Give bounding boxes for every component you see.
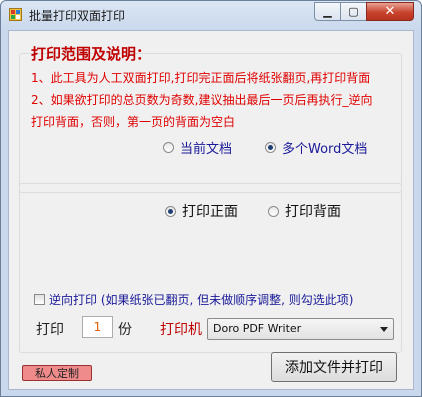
instruction-line-3: 打印背面，否则，第一页的背面为空白: [31, 115, 236, 129]
copies-prefix-label: 打印: [36, 322, 64, 338]
window-title: 批量打印双面打印: [29, 9, 126, 23]
radio-print-front-label: 打印正面: [182, 204, 238, 220]
radio-multiple-word-documents-label: 多个Word文档: [282, 142, 368, 157]
maximize-button[interactable]: ▢: [340, 2, 367, 21]
minimize-button[interactable]: ▁: [314, 2, 341, 21]
radio-print-front[interactable]: 打印正面: [165, 201, 238, 221]
reverse-print-label: 逆向打印 (如果纸张已翻页, 但未做顺序调整, 则勾选此项): [49, 293, 354, 307]
dropdown-arrow-icon[interactable]: [380, 327, 388, 332]
radio-circle-selected[interactable]: [265, 142, 276, 153]
printer-label: 打印机: [160, 322, 202, 338]
radio-print-back[interactable]: 打印背面: [268, 201, 341, 221]
app-window: 批量打印双面打印 ▁ ▢ ✕ 打印范围及说明： 1、此工具为人工双面打印,打印完…: [0, 0, 422, 397]
instructions-heading: 打印范围及说明：: [31, 45, 152, 63]
copies-suffix-label: 份: [118, 322, 132, 338]
instruction-line-2: 2、如果欲打印的总页数为奇数,建议抽出最后一页后再执行_逆向: [31, 93, 373, 107]
minimize-icon: ▁: [323, 5, 332, 18]
checkbox-box[interactable]: [34, 294, 45, 305]
radio-multiple-word-documents[interactable]: 多个Word文档: [265, 138, 367, 157]
app-icon: [9, 8, 22, 21]
close-button[interactable]: ✕: [366, 2, 414, 21]
main-panel: 打印范围及说明： 1、此工具为人工双面打印,打印完正面后将纸张翻页,再打印背面 …: [8, 30, 414, 390]
copies-input[interactable]: 1: [82, 316, 113, 338]
close-icon: ✕: [384, 4, 396, 19]
printer-selected-value: Doro PDF Writer: [213, 322, 302, 335]
printer-select[interactable]: Doro PDF Writer: [207, 318, 394, 340]
add-files-and-print-button[interactable]: 添加文件并打印: [271, 352, 397, 382]
radio-current-document-label: 当前文档: [180, 142, 233, 157]
radio-circle[interactable]: [163, 142, 174, 153]
radio-print-back-label: 打印背面: [285, 204, 341, 220]
radio-circle-selected[interactable]: [165, 205, 176, 217]
instruction-line-1: 1、此工具为人工双面打印,打印完正面后将纸张翻页,再打印背面: [31, 71, 371, 85]
maximize-icon: ▢: [348, 5, 359, 18]
title-bar[interactable]: 批量打印双面打印 ▁ ▢ ✕: [1, 1, 421, 29]
reverse-print-checkbox[interactable]: 逆向打印 (如果纸张已翻页, 但未做顺序调整, 则勾选此项): [34, 291, 353, 308]
private-custom-button[interactable]: 私人定制: [22, 365, 92, 381]
radio-circle[interactable]: [268, 205, 279, 217]
radio-current-document[interactable]: 当前文档: [163, 138, 232, 157]
